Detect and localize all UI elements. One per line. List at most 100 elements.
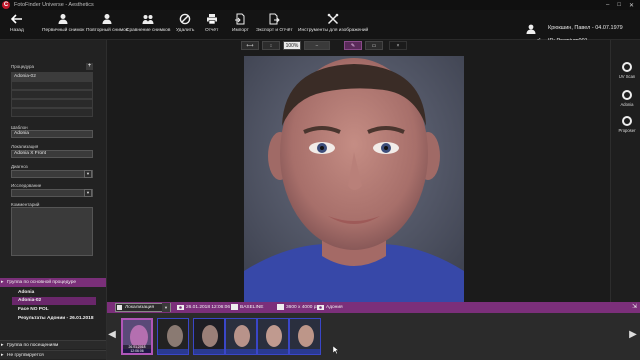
thumbnail-filmstrip: ◀ 26.01.2018 12:06:06 ▶ <box>107 313 640 360</box>
draw-tool-button[interactable]: ✎ <box>344 41 362 50</box>
procedure-item[interactable] <box>11 90 93 99</box>
scroll-right-icon[interactable]: ▶ <box>629 327 637 343</box>
person-repeat-icon <box>102 14 112 24</box>
group-item[interactable]: Результаты Адонии - 26.01.2018 <box>12 315 96 323</box>
thumbnail[interactable] <box>257 318 289 355</box>
chevron-down-icon[interactable]: ▼ <box>162 303 170 312</box>
proposer-label: Proposer <box>618 128 636 133</box>
image-viewer[interactable] <box>107 52 610 302</box>
device-text: Адония <box>326 304 343 310</box>
resolution-text: 3600 x 4000 px <box>286 304 319 310</box>
patient-name: Крюкшин, Павел - 04.07.1979 <box>548 25 623 31</box>
procedure-list[interactable]: Adonia-02 <box>11 72 93 120</box>
chevron-down-icon[interactable]: ▼ <box>84 189 92 197</box>
thumbnail[interactable] <box>193 318 225 355</box>
datetime-text: 26.01.2018 12:06:06 <box>186 304 231 310</box>
export-button[interactable]: Экспорт и Отчёт <box>256 13 293 33</box>
fit-height-button[interactable]: ↕ <box>262 41 280 50</box>
thumbnail[interactable]: 26.01.2018 12:06:06 <box>121 318 153 355</box>
overlay-icon: ▭ <box>371 42 377 49</box>
pen-icon: ✎ <box>350 42 356 49</box>
person-add-icon <box>58 14 68 24</box>
tools-label: Инструменты для изображений <box>298 28 369 33</box>
view-toolbar: ⟷ ↕ 100% − ✎ ▭ × <box>107 40 610 52</box>
export-label: Экспорт и Отчёт <box>256 28 293 33</box>
thumbnail[interactable] <box>225 318 257 355</box>
location-dropdown[interactable]: Локализация ▼ <box>115 303 171 312</box>
proposer-icon <box>622 116 632 126</box>
location-swatch-icon <box>117 305 122 310</box>
import-file-icon <box>235 13 245 25</box>
thumbnail-image <box>258 319 288 354</box>
uv-scan-icon <box>622 62 632 72</box>
import-button[interactable]: Импорт <box>232 13 249 33</box>
zoom-level: 100% <box>285 42 299 49</box>
minimize-icon[interactable]: – <box>606 2 609 9</box>
procedure-item[interactable]: Adonia-02 <box>11 72 93 81</box>
repeat-shot-label: Повторный снимок <box>86 28 128 33</box>
capture-datetime: 26.01.2018 12:06:06 <box>177 304 230 310</box>
mouse-cursor-icon <box>333 346 339 354</box>
window-title: FotoFinder Universe - Aesthetics <box>14 2 94 8</box>
left-sidebar: Процедура + Adonia-02 Шаблон Adonia Лока… <box>0 40 107 360</box>
repeat-shot-button[interactable]: Повторный снимок <box>86 13 128 33</box>
scroll-left-icon[interactable]: ◀ <box>108 327 116 343</box>
thumbnail[interactable] <box>157 318 189 355</box>
adonia-button[interactable]: Adonia <box>616 90 638 107</box>
procedure-item[interactable] <box>11 108 93 117</box>
study-select[interactable]: ▼ <box>11 189 93 197</box>
procedure-item[interactable] <box>11 99 93 108</box>
comment-textarea[interactable] <box>11 207 93 256</box>
group-by-visits[interactable]: ▸ Группа по посещениям <box>0 340 106 349</box>
overlay-button[interactable]: ▭ <box>365 41 383 50</box>
device-info: Адония <box>317 304 343 310</box>
compare-button[interactable]: Сравнение снимков <box>126 13 170 33</box>
thumbnail-image <box>194 319 224 354</box>
patient-avatar-icon <box>526 24 536 34</box>
group-item[interactable]: Adonia-02 <box>12 297 96 305</box>
fit-height-icon: ↕ <box>269 42 273 49</box>
tools-button[interactable]: Инструменты для изображений <box>298 13 368 33</box>
add-procedure-button[interactable]: + <box>86 63 93 70</box>
delete-label: Удалить <box>176 28 195 33</box>
right-tool-panel: UV Scan Adonia Proposer <box>610 40 640 302</box>
uv-scan-button[interactable]: UV Scan <box>616 62 638 79</box>
image-info-bar: Локализация ▼ 26.01.2018 12:06:06 BASELI… <box>107 302 640 313</box>
location-field[interactable]: Adonia X Front <box>11 150 93 158</box>
export-file-icon <box>269 13 281 25</box>
adonia-icon <box>622 90 632 100</box>
chevron-right-icon: ▸ <box>1 352 4 358</box>
zoom-level-field[interactable]: 100% <box>283 41 301 50</box>
group-item[interactable]: Face NO POL <box>12 306 96 314</box>
template-field[interactable]: Adonia <box>11 130 93 138</box>
procedure-label: Процедура <box>11 64 35 69</box>
thumbnail-date: 26.01.2018 12:06:06 <box>123 345 151 353</box>
first-shot-button[interactable]: Первичный снимок <box>42 13 84 33</box>
face-photo-image <box>244 56 464 302</box>
no-grouping[interactable]: ▸ Не группируется <box>0 350 106 359</box>
group-by-procedure[interactable]: ▸ Группа по основной процедуре <box>0 278 106 287</box>
patient-face-photo[interactable] <box>244 56 464 302</box>
maximize-icon[interactable]: □ <box>617 2 621 9</box>
report-label: Отчёт <box>205 28 219 33</box>
thumbnail[interactable] <box>289 318 321 355</box>
device-camera-icon <box>317 305 324 310</box>
fit-width-icon: ⟷ <box>246 42 254 49</box>
zoom-slider[interactable]: − <box>304 41 330 50</box>
back-arrow-icon <box>10 14 22 24</box>
printer-icon <box>206 14 217 25</box>
delete-button[interactable]: Удалить <box>176 13 194 33</box>
close-view-button[interactable]: × <box>389 41 407 50</box>
close-icon[interactable]: ✕ <box>629 2 634 9</box>
procedure-item[interactable] <box>11 81 93 90</box>
report-button[interactable]: Отчёт <box>205 13 218 33</box>
baseline-tag: BASELINE <box>231 304 263 310</box>
diagnosis-select[interactable]: ▼ <box>11 170 93 178</box>
back-button[interactable]: Назад <box>10 13 24 33</box>
camera-icon <box>177 305 184 310</box>
proposer-button[interactable]: Proposer <box>616 116 638 133</box>
chevron-down-icon[interactable]: ▼ <box>84 170 92 178</box>
group-item[interactable]: Adonia <box>12 289 96 297</box>
fit-width-button[interactable]: ⟷ <box>241 41 259 50</box>
expand-icon[interactable]: ⇲ <box>632 303 637 310</box>
